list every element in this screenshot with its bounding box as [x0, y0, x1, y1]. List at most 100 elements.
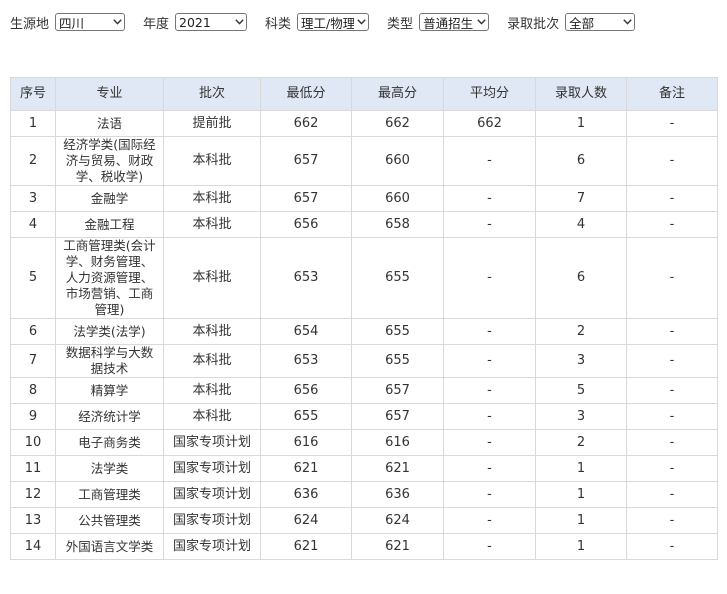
table-cell: -	[626, 211, 718, 238]
table-cell: 5	[10, 237, 56, 319]
table-cell: -	[626, 110, 718, 137]
filter-select-value: 理工/物理	[301, 15, 355, 31]
table-cell: 本科批	[163, 185, 261, 212]
table-cell: 636	[351, 481, 444, 508]
table-cell: 9	[10, 403, 56, 430]
filter-select[interactable]: 普通招生	[419, 13, 490, 31]
filter-label: 生源地	[10, 16, 50, 32]
filter-select[interactable]: 2021	[175, 13, 248, 31]
filter-select-value: 普通招生	[423, 15, 474, 31]
table-cell: -	[626, 481, 718, 508]
table-cell: 660	[351, 185, 444, 212]
column-header: 专业	[55, 77, 164, 111]
table-cell: 655	[351, 237, 444, 319]
table-cell: 616	[351, 429, 444, 456]
chevron-down-icon	[110, 14, 124, 30]
filter-group: 录取批次 全部	[507, 13, 636, 32]
table-cell: 657	[351, 403, 444, 430]
filter-select-value: 全部	[569, 15, 595, 31]
table-cell: -	[626, 533, 718, 560]
table-cell: -	[626, 185, 718, 212]
table-row: 14 外国语言文学类 国家专项计划 621 621-1-	[10, 533, 718, 560]
table-cell: 621	[351, 455, 444, 482]
table-cell: 657	[351, 377, 444, 404]
table-cell: 656	[260, 211, 352, 238]
table-cell: 657	[260, 136, 352, 186]
filter-label: 科类	[265, 16, 292, 32]
table-cell: 精算学	[55, 377, 164, 404]
table-cell: 11	[10, 455, 56, 482]
table-row: 8 精算学 本科批 656 657-5-	[10, 377, 718, 404]
table-cell: 655	[351, 344, 444, 378]
table-cell: 1	[535, 481, 627, 508]
table-cell: 3	[10, 185, 56, 212]
table-cell: -	[626, 455, 718, 482]
table-cell: 7	[10, 344, 56, 378]
table-row: 12 工商管理类 国家专项计划 636 636-1-	[10, 481, 718, 508]
table-cell: 4	[535, 211, 627, 238]
table-cell: -	[443, 318, 536, 345]
table-cell: -	[626, 507, 718, 534]
table-cell: 经济学类(国际经济与贸易、财政学、税收学)	[55, 136, 164, 186]
table-cell: 1	[535, 110, 627, 137]
filter-select-value: 四川	[59, 15, 85, 31]
table-cell: 654	[260, 318, 352, 345]
table-row: 10 电子商务类 国家专项计划 616 616-2-	[10, 429, 718, 456]
table-cell: 656	[260, 377, 352, 404]
table-cell: -	[443, 507, 536, 534]
table-cell: -	[443, 481, 536, 508]
filter-group: 科类 理工/物理	[265, 13, 370, 32]
table-row: 6 法学类(法学) 本科批 654 655-2-	[10, 318, 718, 345]
table-cell: 655	[351, 318, 444, 345]
table-cell: 624	[260, 507, 352, 534]
table-cell: 5	[535, 377, 627, 404]
table-cell: -	[626, 429, 718, 456]
table-cell: -	[626, 377, 718, 404]
table-cell: 10	[10, 429, 56, 456]
table-cell: 653	[260, 237, 352, 319]
table-cell: -	[443, 136, 536, 186]
filter-group: 类型 普通招生	[387, 13, 490, 32]
table-cell: -	[443, 455, 536, 482]
table-cell: -	[443, 344, 536, 378]
table-cell: 655	[260, 403, 352, 430]
table-cell: 本科批	[163, 136, 261, 186]
table-cell: 658	[351, 211, 444, 238]
filter-select[interactable]: 全部	[565, 13, 636, 31]
table-cell: 14	[10, 533, 56, 560]
table-cell: 1	[535, 533, 627, 560]
table-cell: 电子商务类	[55, 429, 164, 456]
table-cell: -	[626, 136, 718, 186]
table-cell: 国家专项计划	[163, 455, 261, 482]
table-cell: 12	[10, 481, 56, 508]
table-cell: 621	[260, 533, 352, 560]
table-row: 7 数据科学与大数据技术 本科批 653 655-3-	[10, 344, 718, 378]
table-cell: 工商管理类	[55, 481, 164, 508]
filter-label: 类型	[387, 16, 414, 32]
filter-group: 生源地 四川	[10, 13, 126, 32]
chevron-down-icon	[474, 14, 488, 30]
table-row: 11 法学类 国家专项计划 621 621-1-	[10, 455, 718, 482]
table-cell: -	[443, 185, 536, 212]
table-cell: 法学类(法学)	[55, 318, 164, 345]
filter-label: 年度	[143, 16, 170, 32]
table-cell: 1	[10, 110, 56, 137]
table-cell: 657	[260, 185, 352, 212]
chevron-down-icon	[232, 14, 246, 30]
table-cell: 8	[10, 377, 56, 404]
filter-select[interactable]: 四川	[55, 13, 126, 31]
table-cell: -	[443, 403, 536, 430]
chevron-down-icon	[620, 14, 634, 30]
filter-select[interactable]: 理工/物理	[297, 13, 370, 31]
column-header: 序号	[10, 77, 56, 111]
table-cell: 2	[535, 429, 627, 456]
table-cell: 13	[10, 507, 56, 534]
table-cell: 本科批	[163, 377, 261, 404]
table-row: 5 工商管理类(会计学、财务管理、人力资源管理、市场营销、工商管理) 本科批 653 6…	[10, 237, 718, 319]
table-cell: 法语	[55, 110, 164, 137]
table-cell: 653	[260, 344, 352, 378]
table-cell: 662	[260, 110, 352, 137]
table-cell: 3	[535, 403, 627, 430]
column-header: 最低分	[260, 77, 352, 111]
table-cell: 国家专项计划	[163, 507, 261, 534]
